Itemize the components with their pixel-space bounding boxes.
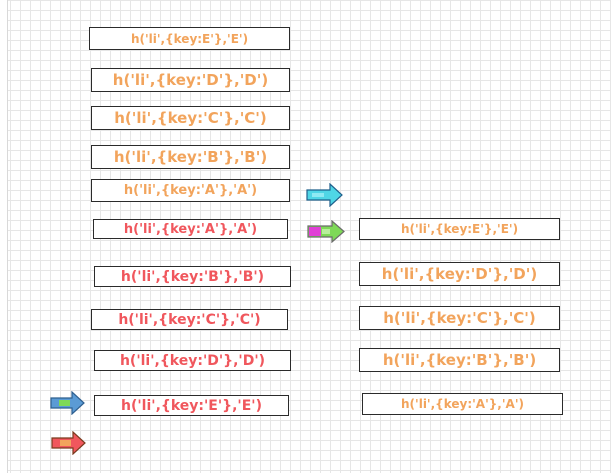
new-node-e: h('li',{key:'E'},'E') <box>94 395 289 416</box>
new-node-a: h('li',{key:'A'},'A') <box>93 219 288 239</box>
result-node-b: h('li',{key:'B'},'B') <box>359 348 560 372</box>
new-node-b: h('li',{key:'B'},'B') <box>94 266 291 287</box>
result-node-e: h('li',{key:E'},'E') <box>359 218 560 240</box>
result-node-d: h('li',{key:'D'},'D') <box>359 262 560 286</box>
old-node-b: h('li',{key:'B'},'B') <box>91 145 290 169</box>
old-node-d: h('li',{key:'D'},'D') <box>91 68 290 92</box>
result-node-c: h('li',{key:'C'},'C') <box>359 306 560 330</box>
result-node-a: h('li',{key:'A'},'A') <box>362 393 563 415</box>
old-node-a: h('li',{key:'A'},'A') <box>91 179 290 202</box>
new-node-d: h('li',{key:'D'},'D') <box>94 350 291 371</box>
cyan-arrow-icon[interactable] <box>306 183 343 207</box>
old-node-e: h('li',{key:E'},'E') <box>89 27 290 50</box>
old-node-c: h('li',{key:'C'},'C') <box>91 106 290 130</box>
new-node-c: h('li',{key:'C'},'C') <box>91 309 288 330</box>
magenta-green-arrow-icon[interactable] <box>307 220 345 243</box>
blue-green-arrow-icon[interactable] <box>50 391 85 415</box>
canvas-left-edge <box>0 0 8 473</box>
red-orange-arrow-icon[interactable] <box>51 431 86 455</box>
